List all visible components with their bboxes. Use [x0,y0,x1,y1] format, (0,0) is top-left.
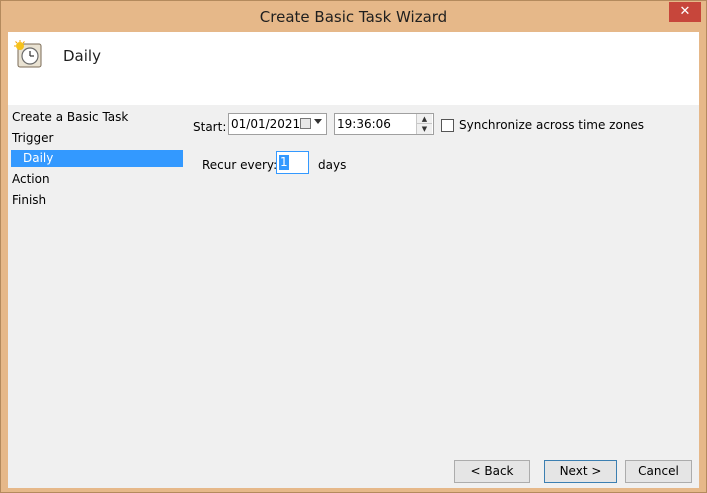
spin-up-button[interactable]: ▲ [416,114,432,124]
cancel-button[interactable]: Cancel [625,460,692,483]
synchronize-label[interactable]: Synchronize across time zones [459,118,644,132]
nav-item-action[interactable]: Action [12,171,184,188]
title-bar[interactable]: Create Basic Task Wizard ✕ [1,1,706,32]
start-time-input[interactable]: 19:36:06 ▲ ▼ [334,113,434,135]
window-title: Create Basic Task Wizard [259,8,448,26]
spin-down-button[interactable]: ▼ [416,124,432,134]
recur-every-label: Recur every: [202,158,278,172]
close-icon: ✕ [679,4,691,19]
chevron-down-icon[interactable] [314,119,322,124]
start-time-value: 19:36:06 [337,117,391,131]
recur-every-input[interactable]: 1 [276,151,309,174]
nav-item-daily[interactable]: Daily [11,150,183,167]
synchronize-checkbox[interactable] [441,119,454,132]
start-date-picker[interactable]: 01/01/2021 [228,113,327,135]
start-label: Start: [193,120,227,134]
wizard-client-area: Daily Create a Basic Task Trigger Daily … [8,32,699,488]
calendar-icon[interactable] [300,118,311,129]
close-button[interactable]: ✕ [669,2,701,22]
start-date-value: 01/01/2021 [231,117,301,131]
recur-every-value: 1 [279,155,289,170]
page-title: Daily [63,47,101,65]
nav-item-create-basic-task[interactable]: Create a Basic Task [12,109,184,126]
wizard-header: Daily [8,32,699,105]
wizard-window: Create Basic Task Wizard ✕ Daily Create … [0,0,707,493]
task-scheduler-clock-icon [14,40,42,68]
back-button[interactable]: < Back [454,460,530,483]
nav-item-trigger[interactable]: Trigger [12,130,184,147]
recur-unit-label: days [318,158,347,172]
nav-item-finish[interactable]: Finish [12,192,184,209]
next-button[interactable]: Next > [544,460,617,483]
